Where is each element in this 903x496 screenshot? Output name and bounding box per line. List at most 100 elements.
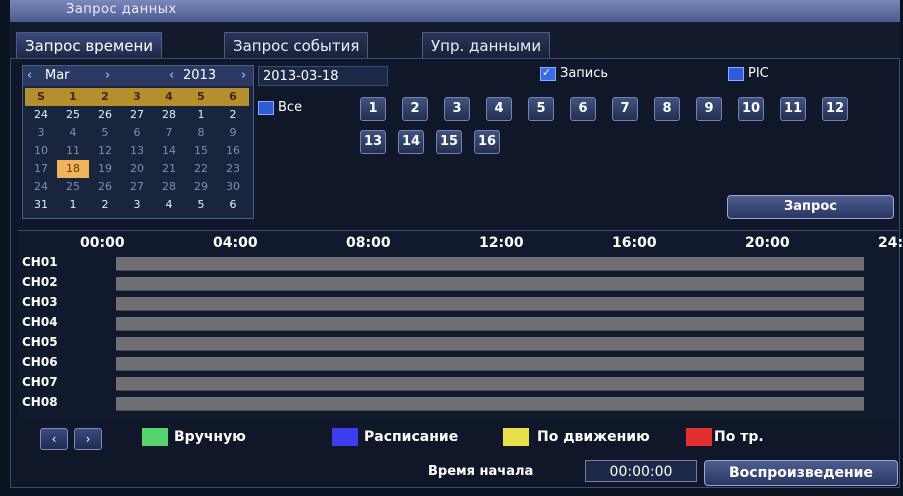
channel-button-3[interactable]: 3 [444,97,470,121]
calendar-weekday-row: S123456 [25,88,251,106]
timeline-channel-bar[interactable] [116,357,864,371]
all-channels-checkbox[interactable]: Все [258,100,302,115]
calendar-day[interactable]: 2 [89,196,121,214]
calendar-week-row: 3456789 [25,124,251,142]
channel-button-7[interactable]: 7 [612,97,638,121]
timeline-hour-label: 08:00 [346,235,391,251]
all-label: Все [278,100,303,115]
channel-button-14[interactable]: 14 [398,130,424,154]
channel-button-2[interactable]: 2 [402,97,428,121]
calendar-day[interactable]: 20 [121,160,153,178]
calendar-day[interactable]: 22 [185,160,217,178]
calendar-day[interactable]: 8 [185,124,217,142]
calendar-day[interactable]: 13 [121,142,153,160]
tab-time-query[interactable]: Запрос времени [16,32,163,58]
start-time-field[interactable]: 00:00:00 [585,460,697,482]
calendar-day[interactable]: 9 [217,124,249,142]
calendar-day[interactable]: 1 [185,106,217,124]
calendar-weekday: S [25,88,57,106]
timeline-channel-bar[interactable] [116,377,864,391]
calendar-grid: S 1 2 3 4 5 6 24 25 26 27 28 1 2 3 4 5 6 7 8 9 10 11 12 13 14 15 16… [25,88,251,214]
calendar-day[interactable]: 17 [25,160,57,178]
calendar-day[interactable]: 3 [25,124,57,142]
calendar-day[interactable]: 18 [57,160,89,178]
next-page-button[interactable]: › [74,428,102,450]
checkbox-icon [728,66,744,81]
channel-button-13[interactable]: 13 [360,130,386,154]
calendar-week-row: 31 1 2 3 4 5 6 [25,196,251,214]
calendar-weekday: 4 [153,88,185,106]
timeline-channel-bar[interactable] [116,297,864,311]
channel-button-11[interactable]: 11 [780,97,806,121]
tab-data-management[interactable]: Упр. данными [422,32,551,58]
calendar-day[interactable]: 29 [185,178,217,196]
calendar-week-row: 17 18 19 20 21 22 23 [25,160,251,178]
channel-button-10[interactable]: 10 [738,97,764,121]
calendar-day[interactable]: 26 [89,106,121,124]
record-checkbox[interactable]: Запись [540,66,608,81]
channel-button-1[interactable]: 1 [360,97,386,121]
timeline-hour-label: 04:00 [213,235,258,251]
calendar-day[interactable]: 4 [57,124,89,142]
calendar-day[interactable]: 12 [89,142,121,160]
calendar-day[interactable]: 28 [153,178,185,196]
playback-button[interactable]: Воспроизведение [704,460,898,486]
calendar-day[interactable]: 25 [57,178,89,196]
calendar-day[interactable]: 30 [217,178,249,196]
legend-manual-label: Вручную [174,429,246,445]
calendar-day[interactable]: 14 [153,142,185,160]
query-button[interactable]: Запрос [727,195,894,219]
calendar-day[interactable]: 15 [185,142,217,160]
timeline-channel-bar[interactable] [116,277,864,291]
calendar-day[interactable]: 4 [153,196,185,214]
date-field[interactable]: 2013-03-18 [258,66,388,86]
calendar-day[interactable]: 28 [153,106,185,124]
calendar-day[interactable]: 11 [57,142,89,160]
year-prev-button[interactable]: ‹ [169,68,174,83]
channel-button-8[interactable]: 8 [654,97,680,121]
calendar-day[interactable]: 16 [217,142,249,160]
calendar-day[interactable]: 6 [217,196,249,214]
calendar-day[interactable]: 27 [121,106,153,124]
calendar-day[interactable]: 19 [89,160,121,178]
channel-button-6[interactable]: 6 [570,97,596,121]
channel-button-5[interactable]: 5 [528,97,554,121]
calendar-day[interactable]: 25 [57,106,89,124]
prev-page-button[interactable]: ‹ [40,428,68,450]
calendar-day[interactable]: 24 [25,106,57,124]
timeline-channel-label: CH03 [22,295,58,309]
timeline-channel-label: CH07 [22,375,58,389]
timeline-channel-bar[interactable] [116,317,864,331]
calendar-day[interactable]: 23 [217,160,249,178]
month-prev-button[interactable]: ‹ [27,68,32,83]
calendar-day[interactable]: 7 [153,124,185,142]
timeline-channel-label: CH01 [22,255,58,269]
legend-manual-swatch [142,428,168,446]
tab-event-query[interactable]: Запрос события [224,32,369,58]
channel-button-4[interactable]: 4 [486,97,512,121]
calendar-day[interactable]: 5 [89,124,121,142]
channel-button-16[interactable]: 16 [474,130,500,154]
channel-button-9[interactable]: 9 [696,97,722,121]
calendar-day[interactable]: 10 [25,142,57,160]
calendar-day[interactable]: 24 [25,178,57,196]
timeline-channel-bar[interactable] [116,397,864,411]
calendar-day[interactable]: 1 [57,196,89,214]
calendar-day[interactable]: 2 [217,106,249,124]
calendar-day[interactable]: 31 [25,196,57,214]
calendar-day[interactable]: 27 [121,178,153,196]
calendar-day[interactable]: 21 [153,160,185,178]
year-next-button[interactable]: › [241,68,246,83]
timeline-channel-bar[interactable] [116,257,864,271]
calendar-day[interactable]: 6 [121,124,153,142]
calendar-day[interactable]: 26 [89,178,121,196]
pic-checkbox[interactable]: PIC [728,66,769,81]
calendar-day[interactable]: 5 [185,196,217,214]
timeline-channel-bar[interactable] [116,337,864,351]
calendar: ‹ Mar › ‹ 2013 › S 1 2 3 4 5 6 24 25 26 27 28 1 2 3 4 5 6… [22,65,254,219]
channel-button-15[interactable]: 15 [436,130,462,154]
channel-button-12[interactable]: 12 [822,97,848,121]
calendar-day[interactable]: 3 [121,196,153,214]
month-next-button[interactable]: › [105,68,110,83]
calendar-weekday: 6 [217,88,249,106]
